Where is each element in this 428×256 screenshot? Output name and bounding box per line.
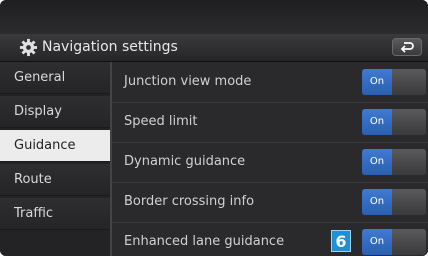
status-bar (0, 0, 428, 34)
toggle-knob (392, 69, 426, 95)
sidebar-item-label: Display (14, 104, 62, 119)
toggle-knob (392, 189, 426, 215)
toggle-state: On (362, 189, 392, 215)
toggle-state: On (362, 149, 392, 175)
toggle-state: On (362, 109, 392, 135)
sidebar-item-general[interactable]: General (0, 62, 110, 94)
callout-badge: 6 (331, 230, 351, 252)
sidebar-item-display[interactable]: Display (0, 96, 110, 128)
toggle-knob (392, 149, 426, 175)
border-crossing-info-toggle[interactable]: On (362, 189, 426, 215)
setting-label: Border crossing info (124, 194, 255, 209)
sidebar-item-guidance[interactable]: Guidance (0, 130, 110, 162)
speed-limit-toggle[interactable]: On (362, 109, 426, 135)
back-button[interactable] (392, 38, 422, 56)
settings-sidebar: General Display Guidance Route Traffic (0, 62, 110, 256)
dynamic-guidance-toggle[interactable]: On (362, 149, 426, 175)
navigation-settings-screen: Navigation settings General Display Guid… (0, 0, 428, 256)
setting-label: Enhanced lane guidance (124, 234, 285, 249)
setting-row-dynamic-guidance: Dynamic guidance On (112, 142, 428, 183)
sidebar-item-route[interactable]: Route (0, 164, 110, 196)
toggle-knob (392, 109, 426, 135)
toggle-state: On (362, 69, 392, 95)
back-arrow-icon (400, 42, 414, 53)
toggle-knob (392, 229, 426, 255)
setting-row-junction-view-mode: Junction view mode On (112, 62, 428, 103)
header-bar: Navigation settings (0, 34, 428, 62)
sidebar-item-label: General (14, 70, 66, 85)
setting-label: Dynamic guidance (124, 154, 246, 169)
page-title: Navigation settings (42, 39, 178, 55)
settings-list: Junction view mode On Speed limit On Dyn… (112, 62, 428, 256)
sidebar-item-label: Route (14, 172, 52, 187)
enhanced-lane-guidance-toggle[interactable]: On (362, 229, 426, 255)
sidebar-item-label: Guidance (14, 138, 76, 153)
sidebar-item-label: Traffic (14, 206, 54, 221)
gear-icon (19, 38, 38, 57)
toggle-state: On (362, 229, 392, 255)
setting-row-speed-limit: Speed limit On (112, 102, 428, 143)
setting-label: Junction view mode (124, 74, 252, 89)
junction-view-mode-toggle[interactable]: On (362, 69, 426, 95)
setting-row-enhanced-lane-guidance: Enhanced lane guidance 6 On (112, 222, 428, 256)
sidebar-item-traffic[interactable]: Traffic (0, 198, 110, 230)
setting-row-border-crossing-info: Border crossing info On (112, 182, 428, 223)
setting-label: Speed limit (124, 114, 198, 129)
